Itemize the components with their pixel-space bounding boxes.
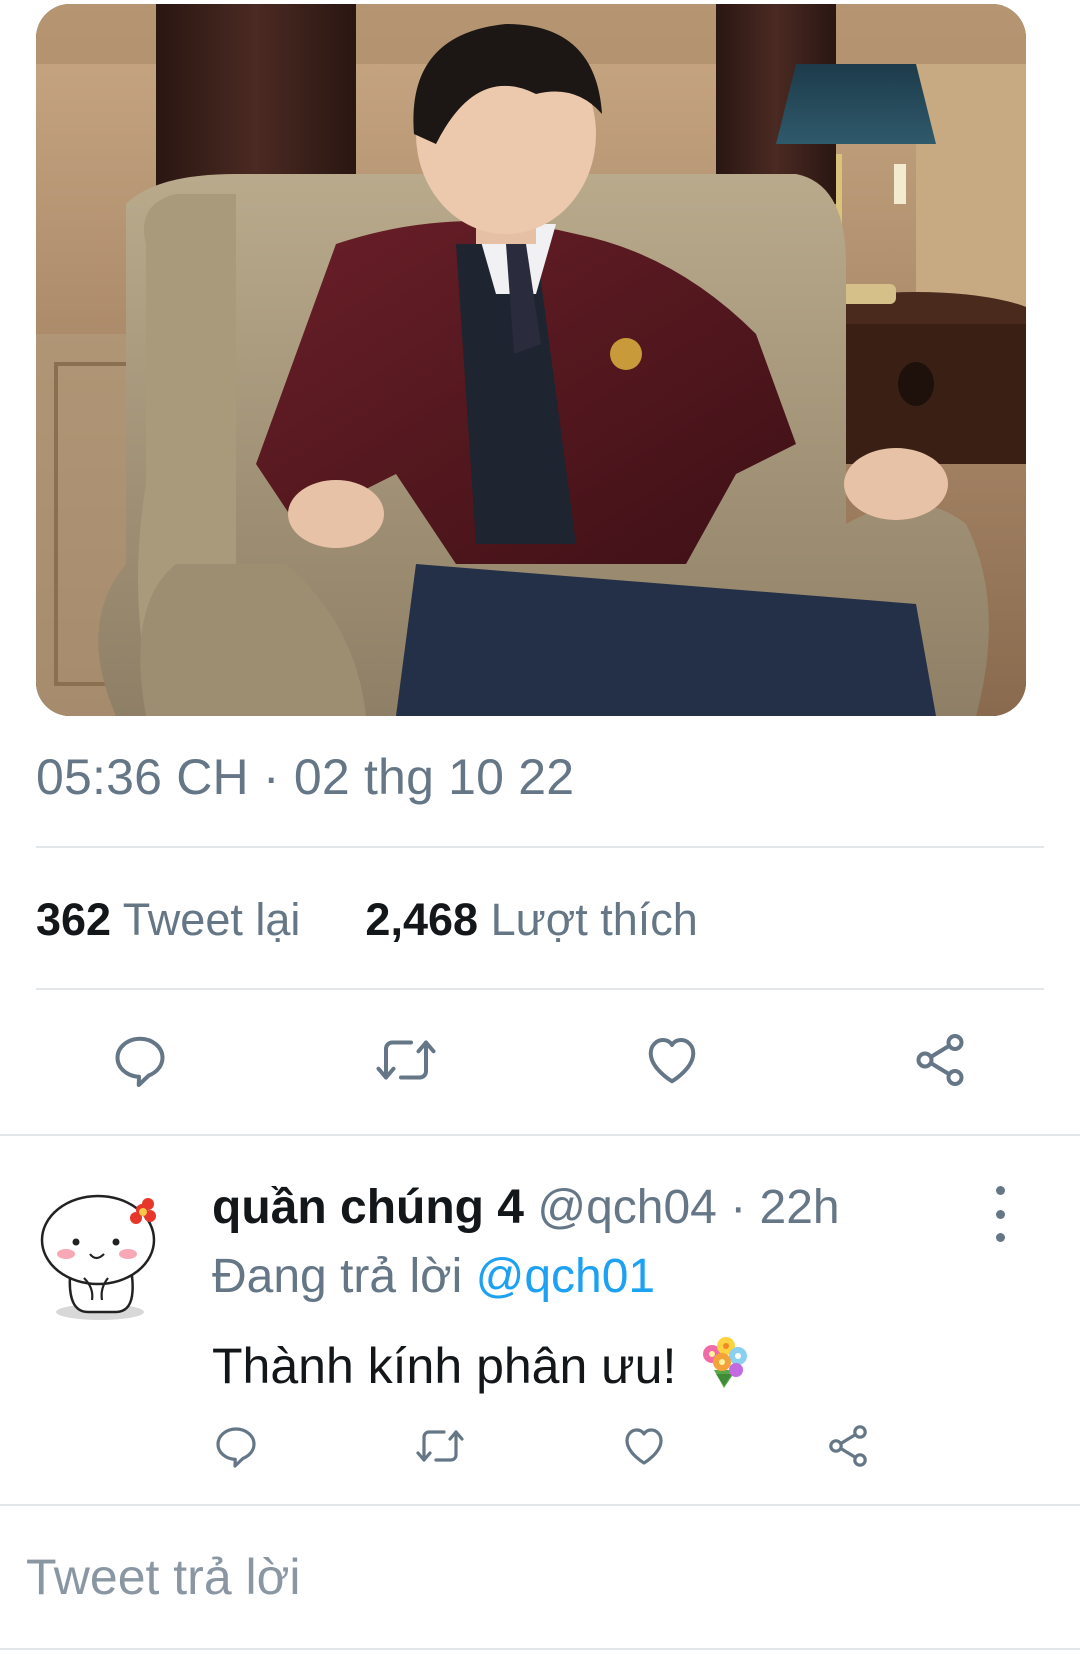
share-icon [916, 1034, 964, 1086]
more-dot-icon [995, 1186, 1005, 1195]
reply-icon [216, 1427, 256, 1468]
tweet-photo[interactable] [36, 4, 1026, 716]
retweet-stat[interactable]: 362 Tweet lại [36, 894, 313, 945]
like-button[interactable] [632, 1020, 712, 1100]
retweet-button[interactable] [366, 1020, 446, 1100]
tweet-stats: 362 Tweet lại 2,468 Lượt thích [36, 894, 698, 946]
retweet-icon [376, 1040, 436, 1080]
avatar-sticker-icon [40, 1194, 156, 1320]
photo-illustration [36, 4, 1026, 716]
reply-button[interactable] [100, 1020, 180, 1100]
retweet-label: Tweet lại [122, 894, 301, 945]
reply-handle-time: @qch04 · 22h [537, 1181, 840, 1234]
retweet-count: 362 [36, 894, 112, 945]
reply-icon [115, 1036, 165, 1087]
replying-mention-link[interactable]: @qch01 [476, 1250, 656, 1303]
tweet-timestamp: 05:36 CH · 02 thg 10 22 [36, 749, 575, 805]
divider [0, 1134, 1080, 1136]
divider [0, 1504, 1080, 1506]
divider [36, 846, 1044, 848]
reply-composer-input[interactable]: Tweet trả lời [26, 1548, 301, 1606]
retweet-button[interactable] [410, 1416, 470, 1476]
bouquet-icon [694, 1330, 754, 1402]
share-button[interactable] [818, 1416, 878, 1476]
like-button[interactable] [614, 1416, 674, 1476]
like-label: Lượt thích [490, 894, 698, 945]
share-button[interactable] [900, 1020, 980, 1100]
divider [36, 988, 1044, 990]
like-count: 2,468 [365, 894, 479, 945]
like-stat[interactable]: 2,468 Lượt thích [365, 894, 697, 945]
replying-to: Đang trả lời @qch01 [212, 1249, 655, 1304]
reply-body: Thành kính phân ưu! [212, 1330, 754, 1402]
more-options-button[interactable] [980, 1186, 1020, 1242]
more-dot-icon [995, 1209, 1005, 1219]
reply-text: Thành kính phân ưu! [212, 1338, 677, 1394]
reply-display-name[interactable]: quần chúng 4 [212, 1181, 524, 1234]
reply-button[interactable] [206, 1416, 266, 1476]
divider [0, 1648, 1080, 1650]
reply-header: quần chúng 4 @qch04 · 22h [212, 1180, 840, 1235]
more-dot-icon [995, 1233, 1005, 1242]
avatar[interactable] [38, 1184, 158, 1324]
replying-prefix: Đang trả lời [212, 1250, 463, 1303]
like-icon [625, 1428, 663, 1465]
like-icon [648, 1038, 696, 1084]
share-icon [829, 1425, 867, 1467]
retweet-icon [416, 1430, 464, 1462]
